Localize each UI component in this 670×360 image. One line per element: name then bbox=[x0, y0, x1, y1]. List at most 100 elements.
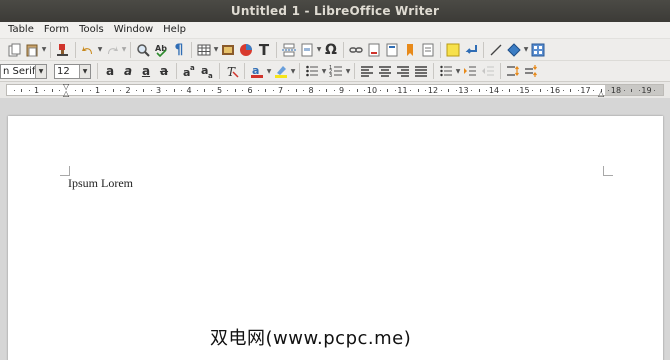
formatting-marks-icon[interactable]: ¶ bbox=[171, 42, 187, 58]
decrease-paragraph-spacing-icon[interactable] bbox=[523, 63, 539, 79]
insert-image-icon[interactable] bbox=[220, 42, 236, 58]
font-color-icon[interactable]: a bbox=[249, 63, 265, 79]
copy-icon[interactable] bbox=[6, 42, 22, 58]
ruler-number: 16 bbox=[549, 86, 561, 95]
ruler-dot bbox=[318, 90, 320, 91]
track-changes-icon[interactable] bbox=[463, 42, 479, 58]
ruler-number: 10 bbox=[366, 86, 378, 95]
insert-page-break-icon[interactable] bbox=[281, 42, 297, 58]
insert-endnote-icon[interactable] bbox=[384, 42, 400, 58]
horizontal-ruler[interactable]: 1 1 2 3 4 5 6 7 8 9 10 11 12 13 14 15 16 17 18 19 ▽ △ △ bbox=[0, 82, 670, 98]
separator bbox=[97, 63, 98, 79]
ruler-dot bbox=[59, 90, 61, 91]
insert-special-character-icon[interactable]: Ω bbox=[323, 42, 339, 58]
clear-formatting-icon[interactable]: T bbox=[224, 63, 240, 79]
menu-window[interactable]: Window bbox=[109, 22, 158, 38]
increase-indent-icon[interactable] bbox=[462, 63, 478, 79]
ruler-dot bbox=[547, 90, 549, 91]
ruler-number: 8 bbox=[308, 86, 314, 95]
redo-dropdown-icon: ▼ bbox=[121, 46, 127, 53]
line-spacing-icon[interactable] bbox=[438, 63, 454, 79]
font-color-dropdown-icon[interactable]: ▼ bbox=[266, 63, 272, 79]
separator bbox=[219, 63, 220, 79]
ruler-number: 11 bbox=[397, 86, 408, 95]
insert-textbox-icon[interactable]: T bbox=[256, 41, 272, 59]
basic-shapes-icon[interactable] bbox=[506, 42, 522, 58]
bullets-icon[interactable] bbox=[304, 63, 320, 79]
undo-icon[interactable] bbox=[80, 42, 96, 58]
line-spacing-dropdown-icon[interactable]: ▼ bbox=[455, 63, 461, 79]
ruler-tick bbox=[509, 89, 511, 92]
ruler-number: 7 bbox=[277, 86, 284, 95]
increase-paragraph-spacing-icon[interactable] bbox=[505, 63, 521, 79]
ruler-tick bbox=[143, 89, 145, 92]
paste-icon[interactable] bbox=[24, 42, 40, 58]
justify-icon[interactable] bbox=[413, 63, 429, 79]
find-replace-icon[interactable] bbox=[135, 42, 151, 58]
ruler-dot bbox=[623, 90, 625, 91]
clone-formatting-icon[interactable] bbox=[55, 42, 71, 58]
insert-field-dropdown-icon[interactable]: ▼ bbox=[316, 42, 322, 58]
ruler-dot bbox=[638, 90, 640, 91]
chevron-down-icon[interactable]: ▼ bbox=[79, 64, 90, 78]
ruler-dot bbox=[486, 90, 488, 91]
font-name-combobox[interactable]: n Serif ▼ bbox=[0, 63, 47, 79]
ruler-dot bbox=[562, 90, 564, 91]
ruler-number: 5 bbox=[216, 86, 223, 95]
insert-hyperlink-icon[interactable] bbox=[348, 42, 364, 58]
numbering-icon[interactable]: 123 bbox=[328, 63, 344, 79]
menu-form[interactable]: Form bbox=[39, 22, 74, 38]
decrease-indent-icon bbox=[480, 63, 496, 79]
ruler-dot bbox=[471, 90, 473, 91]
menu-help[interactable]: Help bbox=[158, 22, 191, 38]
font-name-value: n Serif bbox=[3, 65, 35, 77]
ruler-tick bbox=[631, 89, 633, 92]
document-text[interactable]: Ipsum Lorem bbox=[68, 176, 133, 191]
insert-field-icon[interactable] bbox=[299, 42, 315, 58]
highlight-color-icon[interactable] bbox=[273, 63, 289, 79]
ruler-number: 19 bbox=[641, 86, 652, 95]
basic-shapes-dropdown-icon[interactable]: ▼ bbox=[523, 42, 529, 58]
align-left-icon[interactable] bbox=[359, 63, 375, 79]
insert-table-dropdown-icon[interactable]: ▼ bbox=[213, 42, 219, 58]
spelling-icon[interactable]: Ab bbox=[153, 42, 169, 58]
undo-dropdown-icon[interactable]: ▼ bbox=[97, 42, 103, 58]
right-indent-marker[interactable]: △ bbox=[598, 89, 604, 98]
ruler-dot bbox=[89, 90, 91, 91]
align-right-icon[interactable] bbox=[395, 63, 411, 79]
separator bbox=[483, 41, 484, 58]
ruler-dot bbox=[577, 90, 579, 91]
ruler-tick bbox=[173, 89, 175, 92]
strikethrough-icon[interactable]: a bbox=[156, 63, 172, 79]
insert-bookmark-icon[interactable] bbox=[402, 42, 418, 58]
ruler-tick bbox=[570, 89, 572, 92]
subscript-icon[interactable]: aa bbox=[199, 63, 215, 79]
superscript-icon[interactable]: aa bbox=[181, 63, 197, 79]
chevron-down-icon[interactable]: ▼ bbox=[35, 64, 46, 78]
bold-icon[interactable]: a bbox=[102, 63, 118, 79]
ruler-dot bbox=[516, 90, 518, 91]
separator bbox=[440, 41, 441, 58]
bullets-dropdown-icon[interactable]: ▼ bbox=[321, 63, 327, 79]
menu-table[interactable]: Table bbox=[0, 22, 39, 38]
ruler-tick bbox=[326, 89, 328, 92]
menu-tools[interactable]: Tools bbox=[74, 22, 109, 38]
insert-table-icon[interactable] bbox=[196, 42, 212, 58]
ruler-dot bbox=[379, 90, 381, 91]
highlight-color-dropdown-icon[interactable]: ▼ bbox=[290, 63, 296, 79]
ruler-dot bbox=[455, 90, 457, 91]
font-size-combobox[interactable]: 12 ▼ bbox=[54, 63, 91, 79]
align-center-icon[interactable] bbox=[377, 63, 393, 79]
numbering-dropdown-icon[interactable]: ▼ bbox=[345, 63, 351, 79]
insert-footnote-icon[interactable] bbox=[366, 42, 382, 58]
insert-line-icon[interactable] bbox=[488, 42, 504, 58]
left-indent-marker[interactable]: △ bbox=[63, 89, 69, 98]
insert-cross-reference-icon[interactable] bbox=[420, 42, 436, 58]
ruler-dot bbox=[28, 90, 30, 91]
paste-dropdown-icon[interactable]: ▼ bbox=[41, 42, 47, 58]
italic-icon[interactable]: a bbox=[120, 63, 136, 79]
insert-chart-icon[interactable] bbox=[238, 42, 254, 58]
insert-comment-icon[interactable] bbox=[445, 42, 461, 58]
underline-icon[interactable]: a bbox=[138, 63, 154, 79]
show-draw-functions-icon[interactable] bbox=[530, 42, 546, 58]
